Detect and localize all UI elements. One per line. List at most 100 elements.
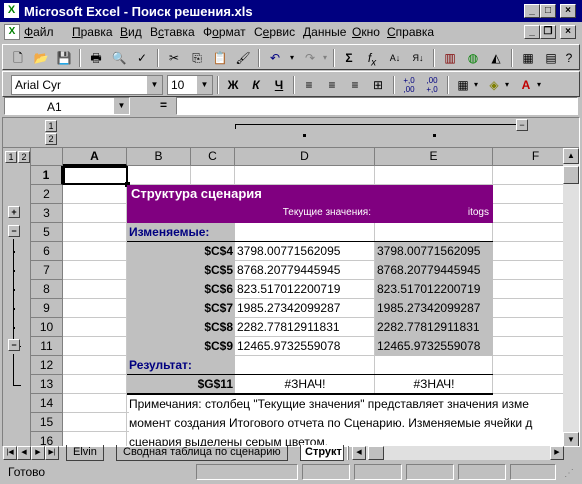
merge-center-icon[interactable]: ⊞ [367, 75, 389, 95]
resize-grip-icon[interactable]: ⋰ [564, 468, 576, 480]
row-header-9[interactable]: 9 [31, 299, 63, 318]
menu-data[interactable]: Данные [303, 25, 346, 39]
row-header-7[interactable]: 7 [31, 261, 63, 280]
column-header-c[interactable]: C [191, 148, 235, 166]
row-level-1-button[interactable]: 1 [5, 151, 17, 163]
maximize-button[interactable]: □ [540, 4, 556, 18]
horizontal-scrollbar[interactable]: ◀ ▶ [352, 446, 564, 460]
help-icon[interactable]: ? [558, 48, 580, 68]
close-button[interactable]: × [560, 4, 576, 18]
tab-split-handle[interactable] [347, 446, 349, 460]
first-sheet-icon[interactable]: |◀ [3, 446, 17, 460]
menu-tools[interactable]: Сервис [254, 25, 295, 39]
print-preview-icon[interactable]: 🔍 [108, 48, 130, 68]
open-icon[interactable]: 📂 [30, 48, 52, 68]
decrease-decimal-icon[interactable]: ,00 +,0 [421, 75, 443, 96]
excel-app-icon[interactable]: X [4, 3, 19, 18]
workbook-icon[interactable]: X [4, 24, 20, 40]
collapse-changing-group-button[interactable]: − [8, 225, 20, 237]
row-header-1[interactable]: 1 [31, 166, 63, 185]
row-header-11[interactable]: 11 [31, 337, 63, 356]
doc-close-button[interactable]: × [560, 25, 576, 39]
minimize-button[interactable]: _ [524, 4, 540, 18]
scroll-right-icon[interactable]: ▶ [550, 446, 564, 460]
autosum-icon[interactable]: Σ [338, 48, 360, 68]
borders-dropdown-icon[interactable]: ▾ [471, 75, 481, 95]
row-header-5[interactable]: 5 [31, 223, 63, 242]
sort-descending-icon[interactable]: Я↓ [407, 48, 429, 68]
row-header-14[interactable]: 14 [31, 394, 63, 413]
formula-input[interactable] [176, 97, 578, 115]
undo-icon[interactable]: ↶ [264, 48, 286, 68]
function-icon[interactable]: fx [361, 48, 383, 68]
last-sheet-icon[interactable]: ▶| [45, 446, 59, 460]
doc-restore-button[interactable]: ❐ [540, 25, 556, 39]
underline-button[interactable]: Ч [268, 75, 290, 95]
title-bar[interactable]: X Microsoft Excel - Поиск решения.xls _ … [0, 0, 582, 22]
fill-color-dropdown-icon[interactable]: ▾ [502, 75, 512, 95]
col-collapse-button[interactable]: − [516, 119, 528, 131]
doc-minimize-button[interactable]: _ [524, 25, 540, 39]
expand-row-group-button[interactable]: + [8, 206, 20, 218]
save-icon[interactable]: 💾 [53, 48, 75, 68]
row-header-13[interactable]: 13 [31, 375, 63, 394]
new-icon[interactable]: 🗋 [7, 48, 29, 68]
menu-window[interactable]: Окно [352, 25, 380, 39]
print-icon[interactable]: 🖶 [85, 48, 107, 68]
chevron-down-icon[interactable]: ▼ [196, 76, 212, 94]
align-left-icon[interactable]: ≡ [298, 75, 320, 95]
row-header-12[interactable]: 12 [31, 356, 63, 375]
cut-icon[interactable]: ✂ [163, 48, 185, 68]
copy-icon[interactable]: ⎘ [186, 48, 208, 68]
select-all-corner[interactable] [31, 148, 63, 166]
bold-button[interactable]: Ж [222, 75, 244, 95]
col-level-1-button[interactable]: 1 [45, 120, 57, 132]
menu-edit[interactable]: Правка [72, 25, 113, 39]
sheet-tab-pivot[interactable]: Сводная таблица по сценарию [116, 445, 288, 461]
increase-decimal-icon[interactable]: +,0 ,00 [398, 75, 420, 96]
map-icon[interactable]: ◍ [462, 48, 484, 68]
menu-view[interactable]: Вид [120, 25, 142, 39]
hscroll-thumb[interactable] [368, 446, 384, 460]
redo-icon[interactable]: ↷ [299, 48, 321, 68]
scroll-left-icon[interactable]: ◀ [352, 446, 366, 460]
paste-icon[interactable]: 📋 [209, 48, 231, 68]
menu-format[interactable]: Формат [203, 25, 246, 39]
row-header-2[interactable]: 2 [31, 185, 63, 204]
font-color-dropdown-icon[interactable]: ▾ [534, 75, 544, 95]
row-header-8[interactable]: 8 [31, 280, 63, 299]
redo-dropdown-icon[interactable]: ▾ [320, 48, 330, 68]
row-header-10[interactable]: 10 [31, 318, 63, 337]
chart-wizard-icon[interactable]: ▥ [439, 48, 461, 68]
chevron-down-icon[interactable]: ▼ [146, 76, 162, 94]
undo-dropdown-icon[interactable]: ▾ [287, 48, 297, 68]
font-name-combo[interactable]: Arial Cyr ▼ [11, 75, 163, 95]
equals-sign[interactable]: = [160, 98, 167, 112]
italic-button[interactable]: К [245, 75, 267, 95]
menu-help[interactable]: Справка [387, 25, 434, 39]
sort-ascending-icon[interactable]: A↓ [384, 48, 406, 68]
format-painter-icon[interactable]: 🖌 [232, 48, 254, 68]
drawing-icon[interactable]: ◭ [485, 48, 507, 68]
align-right-icon[interactable]: ≡ [344, 75, 366, 95]
table-icon[interactable]: ▦ [517, 48, 539, 68]
row-level-2-button[interactable]: 2 [18, 151, 30, 163]
row-header-6[interactable]: 6 [31, 242, 63, 261]
column-header-a[interactable]: A [63, 148, 127, 166]
chevron-down-icon[interactable]: ▼ [114, 98, 129, 114]
column-header-e[interactable]: E [375, 148, 493, 166]
menu-insert[interactable]: Вставка [150, 25, 195, 39]
sheet-tab-elvin[interactable]: Elvin [66, 445, 104, 461]
column-header-d[interactable]: D [235, 148, 375, 166]
row-header-3[interactable]: 3 [31, 204, 63, 223]
align-center-icon[interactable]: ≡ [321, 75, 343, 95]
collapse-result-group-button[interactable]: − [8, 339, 20, 351]
next-sheet-icon[interactable]: ▶ [31, 446, 45, 460]
menu-file[interactable]: Файл [24, 25, 54, 39]
name-box[interactable]: A1 ▼ [4, 97, 130, 115]
row-header-15[interactable]: 15 [31, 413, 63, 432]
font-size-combo[interactable]: 10 ▼ [167, 75, 213, 95]
scroll-up-icon[interactable]: ▲ [563, 148, 579, 164]
active-cell-a1[interactable] [63, 166, 128, 185]
prev-sheet-icon[interactable]: ◀ [17, 446, 31, 460]
